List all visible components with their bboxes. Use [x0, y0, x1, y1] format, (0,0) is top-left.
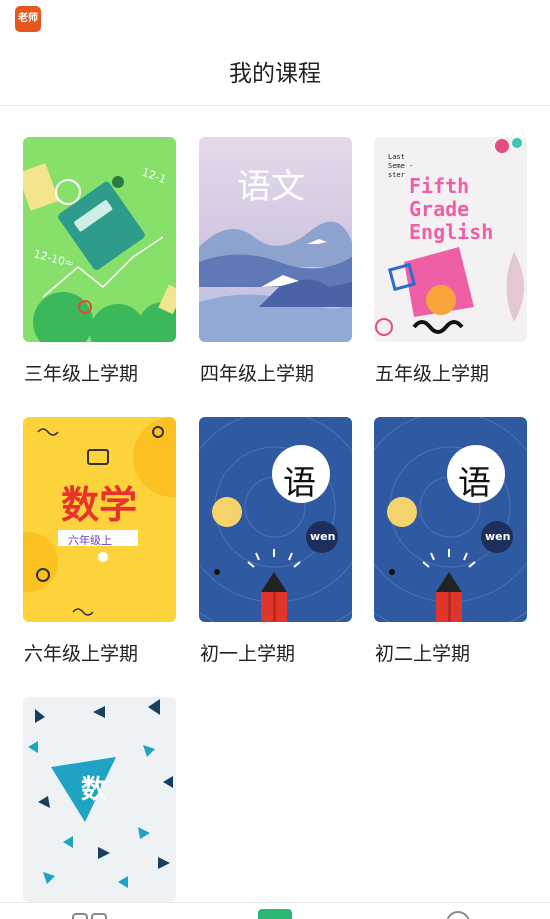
cover-title: 语 — [283, 463, 316, 502]
cover-title: Fifth Grade English — [409, 175, 493, 244]
course-cover-image[interactable]: 数 — [23, 697, 176, 902]
course-label[interactable]: 四年级上学期 — [200, 359, 314, 386]
home-icon — [258, 909, 292, 919]
course-card-7[interactable]: 数 — [23, 697, 176, 902]
cover-title: 数 — [81, 775, 108, 805]
course-cover-image[interactable]: 12-1 12-10= — [23, 137, 176, 342]
cover-title: 语 — [458, 463, 491, 502]
cover-small-line: Last — [388, 153, 405, 161]
course-card-2[interactable]: 语文 四年级上学期 — [199, 137, 352, 385]
cover-title-line: Grade — [409, 197, 470, 221]
grid-icon — [72, 913, 107, 919]
course-card-6[interactable]: 语 wen 初二上学期 — [374, 417, 527, 665]
course-card-5[interactable]: 语 wen 初一上学期 — [199, 417, 352, 665]
course-card-4[interactable]: 数学 六年级上 六年级上学期 — [23, 417, 176, 665]
cover-small-line: Seme - — [388, 162, 414, 170]
tab-search[interactable] — [444, 909, 474, 919]
search-icon — [446, 911, 470, 919]
course-cover-image[interactable]: 语文 — [199, 137, 352, 342]
course-label[interactable]: 初一上学期 — [200, 639, 295, 666]
cover-badge: wen — [485, 530, 511, 543]
cover-title: 语文 — [237, 167, 305, 207]
course-label[interactable]: 五年级上学期 — [375, 359, 489, 386]
course-label[interactable]: 三年级上学期 — [24, 359, 138, 386]
page-title: 我的课程 — [229, 61, 321, 87]
bottom-tab-bar — [0, 902, 550, 919]
cover-title-line: Fifth — [409, 174, 470, 198]
course-cover-image[interactable]: Last Seme - ster Fifth Grade English — [374, 137, 527, 342]
cover-title-line: English — [409, 220, 494, 244]
cover-title: 数学 — [61, 483, 138, 527]
tab-courses-list[interactable] — [72, 909, 112, 919]
app-logo: 老师 — [15, 6, 41, 32]
cover-subtitle: 六年级上 — [68, 534, 112, 547]
course-label[interactable]: 六年级上学期 — [24, 639, 138, 666]
tab-home[interactable] — [258, 909, 292, 919]
course-cover-image[interactable]: 语 wen — [374, 417, 527, 622]
status-bar: 老师 — [0, 0, 550, 40]
cover-badge: wen — [310, 530, 336, 543]
page-header: 我的课程 — [0, 40, 550, 106]
course-card-3[interactable]: Last Seme - ster Fifth Grade English 五年级… — [374, 137, 527, 385]
course-label[interactable]: 初二上学期 — [375, 639, 470, 666]
course-cover-image[interactable]: 语 wen — [199, 417, 352, 622]
course-card-1[interactable]: 12-1 12-10= 三年级上学期 — [23, 137, 176, 385]
course-cover-image[interactable]: 数学 六年级上 — [23, 417, 176, 622]
